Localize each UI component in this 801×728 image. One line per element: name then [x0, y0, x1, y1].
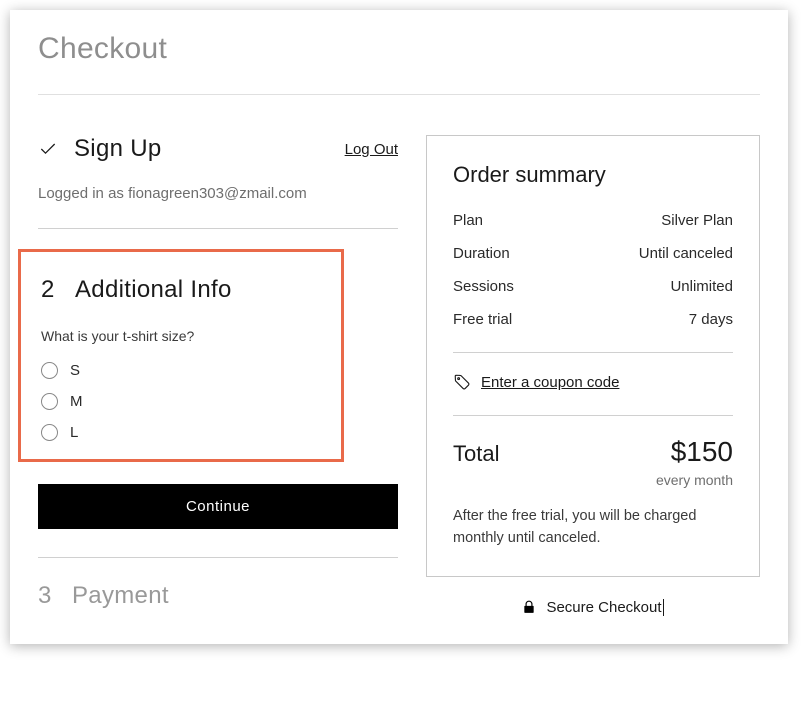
step-additional-info: 2 Additional Info What is your t-shirt s…: [18, 249, 344, 462]
summary-row-duration: Duration Until canceled: [453, 245, 733, 262]
summary-row-plan: Plan Silver Plan: [453, 212, 733, 229]
step-signup-left: Sign Up: [38, 135, 161, 163]
logged-in-text: Logged in as fionagreen303@zmail.com: [38, 185, 398, 202]
radio-label: S: [70, 362, 80, 379]
header-divider: [38, 94, 760, 95]
radio-circle-icon: [41, 424, 58, 441]
summary-column: Order summary Plan Silver Plan Duration …: [426, 135, 760, 616]
step-number-2: 2: [41, 276, 59, 304]
total-amount: $150: [671, 436, 733, 468]
step-signup-header: Sign Up Log Out: [38, 135, 398, 163]
step-signup-title: Sign Up: [74, 135, 161, 163]
summary-value: Silver Plan: [661, 212, 733, 229]
step-number-3: 3: [38, 582, 56, 610]
radio-label: M: [70, 393, 83, 410]
radio-option-m[interactable]: M: [41, 393, 321, 410]
secure-checkout-row: Secure Checkout: [426, 599, 760, 616]
summary-divider-2: [453, 415, 733, 416]
summary-divider-1: [453, 352, 733, 353]
lock-icon: [522, 599, 536, 615]
total-frequency: every month: [453, 472, 733, 488]
logout-link[interactable]: Log Out: [345, 141, 398, 158]
total-row: Total $150: [453, 436, 733, 468]
step-additional-title: Additional Info: [75, 276, 232, 304]
step-additional-header: 2 Additional Info: [41, 276, 321, 304]
summary-label: Plan: [453, 212, 483, 229]
summary-row-sessions: Sessions Unlimited: [453, 278, 733, 295]
tshirt-radio-group: S M L: [41, 362, 321, 441]
step-payment-title: Payment: [72, 582, 169, 610]
signup-divider: [38, 228, 398, 229]
radio-label: L: [70, 424, 78, 441]
summary-value: Unlimited: [670, 278, 733, 295]
summary-title: Order summary: [453, 162, 733, 188]
summary-label: Free trial: [453, 311, 512, 328]
check-icon: [38, 139, 58, 159]
additional-divider: [38, 557, 398, 558]
checkout-page: Checkout Sign Up Log Out Logged in as fi…: [10, 10, 788, 644]
coupon-row: Enter a coupon code: [453, 373, 733, 391]
summary-value: 7 days: [689, 311, 733, 328]
secure-checkout-label: Secure Checkout: [546, 599, 663, 616]
tshirt-question: What is your t-shirt size?: [41, 328, 321, 344]
radio-circle-icon: [41, 362, 58, 379]
tag-icon: [453, 373, 471, 391]
total-note: After the free trial, you will be charge…: [453, 506, 733, 550]
step-payment-header: 3 Payment: [38, 582, 398, 610]
radio-option-l[interactable]: L: [41, 424, 321, 441]
radio-option-s[interactable]: S: [41, 362, 321, 379]
total-label: Total: [453, 441, 499, 467]
summary-value: Until canceled: [639, 245, 733, 262]
page-title: Checkout: [38, 32, 760, 66]
main-columns: Sign Up Log Out Logged in as fionagreen3…: [38, 135, 760, 616]
coupon-link[interactable]: Enter a coupon code: [481, 374, 619, 391]
steps-column: Sign Up Log Out Logged in as fionagreen3…: [38, 135, 398, 616]
order-summary-box: Order summary Plan Silver Plan Duration …: [426, 135, 760, 577]
radio-circle-icon: [41, 393, 58, 410]
summary-label: Sessions: [453, 278, 514, 295]
continue-button[interactable]: Continue: [38, 484, 398, 529]
summary-label: Duration: [453, 245, 510, 262]
summary-row-freetrial: Free trial 7 days: [453, 311, 733, 328]
